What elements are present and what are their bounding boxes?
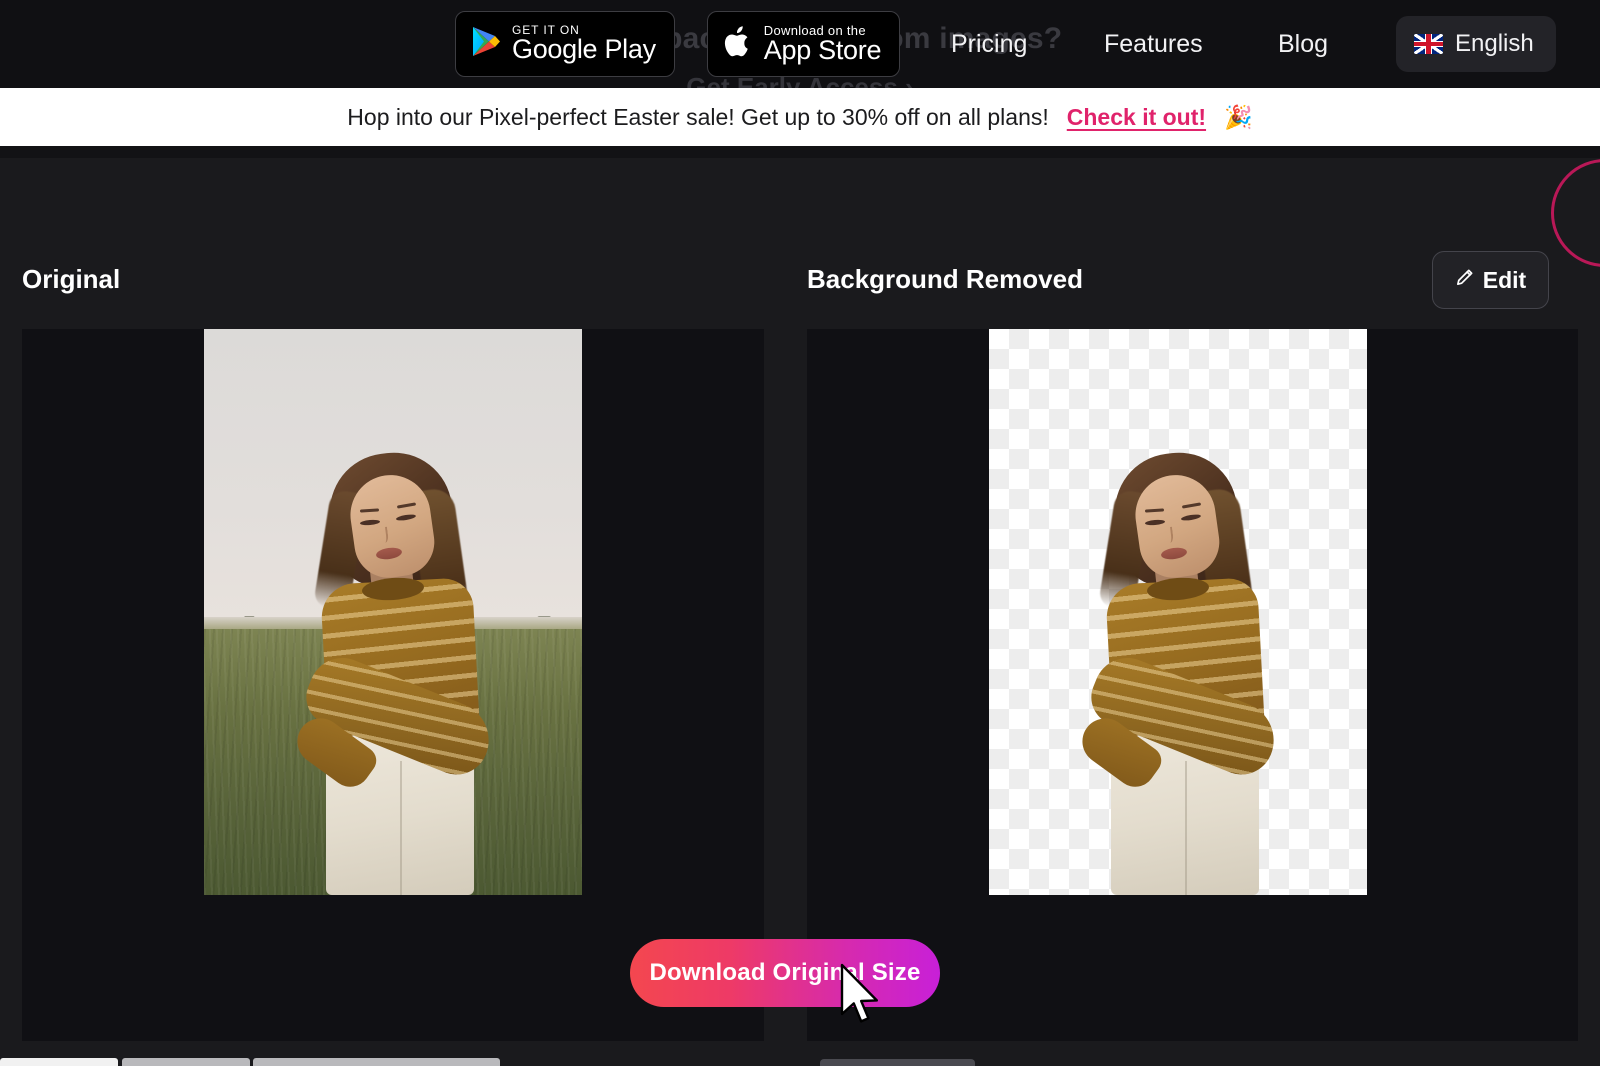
background-removed-image-panel [807,329,1578,1041]
result-section: Original Background Removed Edit Downloa… [0,146,1600,1066]
cutout-subject [989,329,1367,895]
original-title: Original [22,264,121,294]
pencil-icon [1455,268,1474,292]
download-button-label: Download Original Size [649,959,921,986]
bottom-control[interactable] [820,1059,975,1066]
edit-label: Edit [1482,266,1527,293]
nav-link-blog[interactable]: Blog [1278,30,1328,59]
decorative-circle [1551,159,1600,267]
photo-subject [204,329,582,895]
party-popper-icon: 🎉 [1224,103,1253,130]
background-removed-title: Background Removed [807,264,1083,294]
nav-link-pricing[interactable]: Pricing [951,30,1027,59]
bottom-partial-elements [0,1057,1600,1066]
nav-links: Pricing Features Blog [0,0,1600,88]
edit-button[interactable]: Edit [1432,251,1549,309]
original-panel-header: Original [22,264,120,298]
promo-message: Hop into our Pixel-perfect Easter sale! … [347,103,1049,130]
background-removed-photo[interactable] [989,329,1367,895]
uk-flag-icon [1414,34,1443,54]
language-label: English [1455,30,1534,57]
promo-banner: Hop into our Pixel-perfect Easter sale! … [0,88,1600,146]
section-divider [0,146,1600,158]
language-selector[interactable]: English [1396,16,1556,72]
top-navigation-bar: Remove backgrounds from images? Get Earl… [0,0,1600,88]
download-original-size-button[interactable]: Download Original Size [630,939,940,1007]
promo-cta-link[interactable]: Check it out! [1067,104,1206,131]
bottom-thumbnail-1[interactable] [0,1058,118,1066]
nav-link-features[interactable]: Features [1104,30,1203,59]
bottom-thumbnail-2[interactable] [122,1058,250,1066]
removed-panel-header: Background Removed [807,264,1083,298]
original-image-panel [22,329,764,1041]
bottom-thumbnail-3[interactable] [253,1058,500,1066]
original-photo[interactable] [204,329,582,895]
